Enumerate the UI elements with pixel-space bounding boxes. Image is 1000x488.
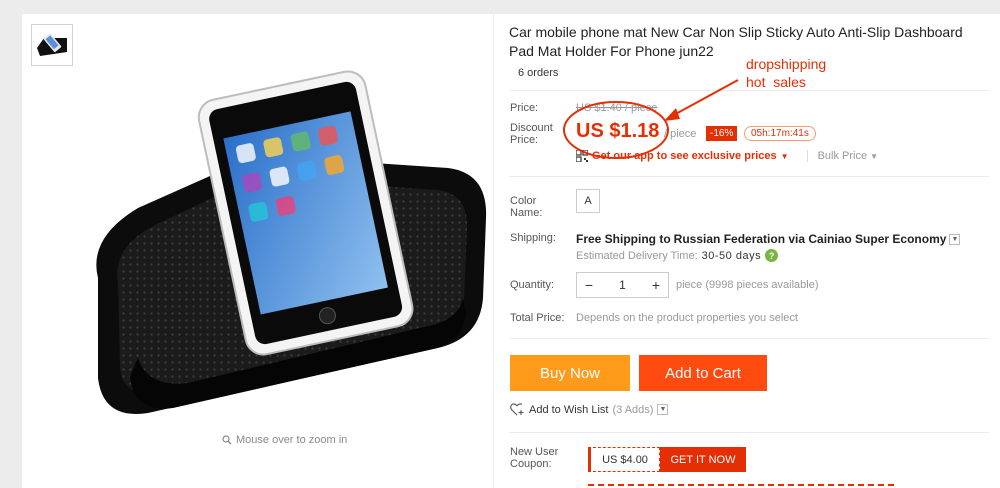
magnifier-icon xyxy=(222,435,232,445)
buy-now-button[interactable]: Buy Now xyxy=(510,355,630,391)
color-option-a[interactable]: A xyxy=(576,189,600,213)
app-promo-link[interactable]: Get our app to see exclusive prices xyxy=(592,150,777,162)
color-label: Color Name: xyxy=(510,195,543,219)
divider xyxy=(509,338,989,339)
product-main-image[interactable] xyxy=(78,58,493,430)
stock-available: piece (9998 pieces available) xyxy=(676,279,819,291)
free-shipping-text: Free Shipping to xyxy=(576,232,671,246)
zoom-hint: Mouse over to zoom in xyxy=(222,434,347,446)
delivery-estimate: Estimated Delivery Time: 30-50 days ? xyxy=(576,249,779,262)
annotation-line-2: hot sales xyxy=(746,74,806,90)
divider xyxy=(509,432,989,433)
shipping-info: Free Shipping to Russian Federation via … xyxy=(576,232,961,246)
wishlist-count: (3 Adds) xyxy=(612,403,654,416)
delivery-label: Estimated Delivery Time: xyxy=(576,249,698,262)
total-price-note: Depends on the product properties you se… xyxy=(576,312,798,324)
original-price: US $1.40 / piece xyxy=(576,102,658,114)
quantity-label: Quantity: xyxy=(510,279,555,291)
bulk-price-label: Bulk Price xyxy=(817,150,868,162)
app-promo-row: Get our app to see exclusive prices ▼ Bu… xyxy=(576,150,878,162)
price-label: Price: xyxy=(510,102,539,114)
delivery-days: 30-50 days xyxy=(701,249,762,262)
panel-divider xyxy=(493,14,494,488)
bulk-price-toggle[interactable]: Bulk Price ▼ xyxy=(806,150,879,162)
coupon-amount: US $4.00 xyxy=(588,447,660,472)
quantity-stepper: − 1 + xyxy=(576,272,669,298)
shipping-label: Shipping: xyxy=(510,232,556,244)
qr-code-icon xyxy=(576,150,588,162)
price-unit: / piece xyxy=(664,128,697,140)
zoom-hint-text: Mouse over to zoom in xyxy=(236,434,348,446)
heart-plus-icon xyxy=(510,403,524,416)
chevron-down-icon[interactable]: ▼ xyxy=(949,233,961,245)
quantity-input[interactable]: 1 xyxy=(601,278,644,292)
divider xyxy=(509,176,989,177)
new-user-coupon: US $4.00 GET IT NOW xyxy=(588,447,746,472)
annotation-line-1: dropshipping xyxy=(746,56,827,72)
countdown-timer: 05h:17m:41s xyxy=(744,126,816,141)
coupon-label: New User Coupon: xyxy=(510,446,559,470)
discount-badge: -16% xyxy=(706,126,738,141)
chevron-down-icon: ▼ xyxy=(780,151,789,161)
help-icon[interactable]: ? xyxy=(765,249,779,262)
wishlist-row[interactable]: Add to Wish List (3 Adds) ▼ xyxy=(510,403,669,416)
product-thumbnail[interactable] xyxy=(31,24,73,66)
orders-count: 6 orders xyxy=(518,67,559,79)
add-to-cart-button[interactable]: Add to Cart xyxy=(639,355,767,391)
increment-button[interactable]: + xyxy=(644,277,668,293)
get-coupon-button[interactable]: GET IT NOW xyxy=(660,447,746,472)
shipping-destination[interactable]: Russian Federation via Cainiao Super Eco… xyxy=(674,232,947,246)
discount-price: US $1.18 xyxy=(576,120,660,142)
annotation-text: dropshipping hot sales xyxy=(746,55,826,91)
decrement-button[interactable]: − xyxy=(577,277,601,293)
wishlist-label: Add to Wish List xyxy=(529,403,609,416)
total-price-label: Total Price: xyxy=(510,312,565,324)
chevron-down-icon[interactable]: ▼ xyxy=(657,404,669,415)
coupon-strip xyxy=(588,484,894,488)
discount-price-label: Discount Price: xyxy=(510,122,553,146)
chevron-down-icon: ▼ xyxy=(870,152,879,161)
